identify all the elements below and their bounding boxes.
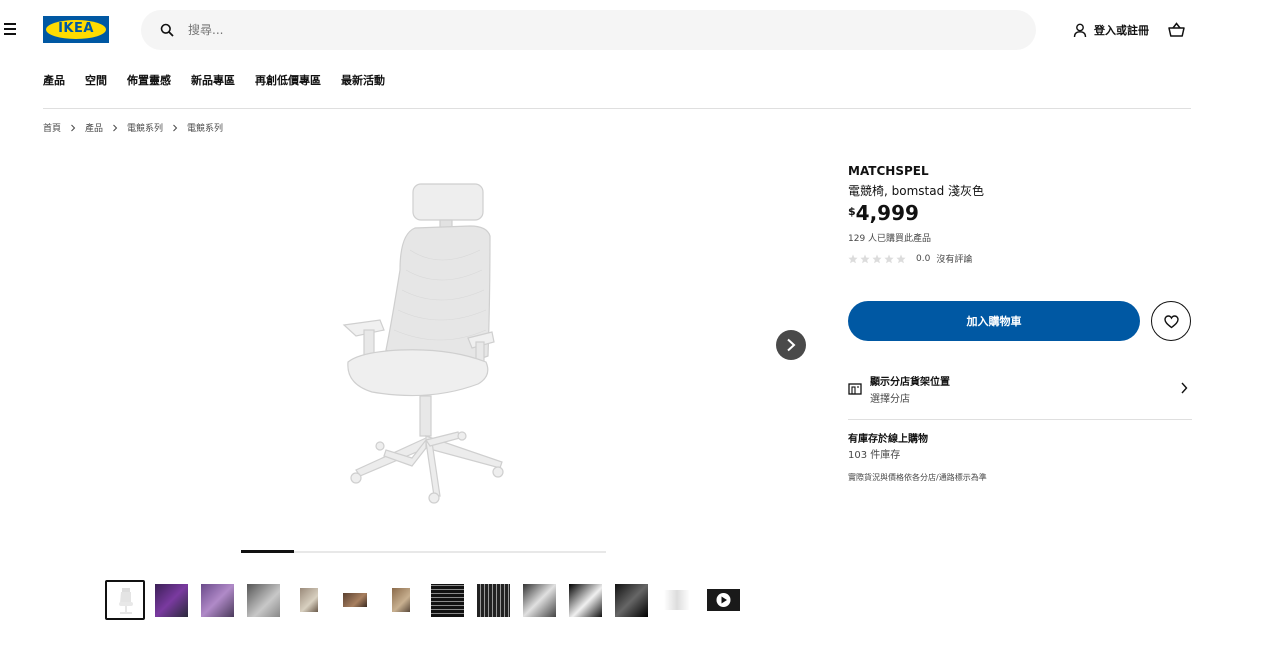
nav-item-rooms[interactable]: 空間 <box>85 72 107 89</box>
stock-title: 有庫存於線上購物 <box>848 434 928 445</box>
thumbnail-chairs-line[interactable] <box>657 580 697 620</box>
rating-score: 0.0 <box>916 253 931 264</box>
thumbnail-photo-wide[interactable] <box>335 580 375 620</box>
user-icon <box>1073 23 1087 37</box>
ikea-logo[interactable]: IKEA <box>43 16 109 43</box>
stock-count: 103 件庫存 <box>848 450 901 461</box>
availability-note: 實際貨況與價格依各分店/通路標示為準 <box>848 473 987 482</box>
login-link[interactable]: 登入或註冊 <box>1073 21 1149 39</box>
chevron-right-icon <box>173 124 178 131</box>
add-to-cart-button[interactable]: 加入購物車 <box>848 301 1140 341</box>
product-image[interactable] <box>300 170 550 520</box>
thumbnail-image <box>200 583 234 617</box>
rating-text: 沒有評論 <box>936 255 973 265</box>
chevron-right-icon <box>71 124 76 131</box>
login-label: 登入或註冊 <box>1094 24 1149 37</box>
thumbnail-image <box>522 583 556 617</box>
nav-item-inspiration[interactable]: 佈置靈感 <box>127 72 171 89</box>
breadcrumb-gaming-sub[interactable]: 電競系列 <box>187 121 223 134</box>
purchase-count: 129 人已購買此產品 <box>848 234 932 244</box>
thumbnail-image <box>430 583 464 617</box>
star-icon <box>860 254 870 263</box>
thumbnail-chair-white[interactable] <box>105 580 145 620</box>
thumbnail-image <box>392 588 410 612</box>
chevron-right-icon <box>113 124 118 131</box>
breadcrumb-products[interactable]: 產品 <box>85 121 103 134</box>
thumbnail-image <box>664 590 690 610</box>
star-icon <box>884 254 894 263</box>
chair-icon <box>119 588 133 614</box>
star-icon <box>896 254 906 263</box>
menu-icon[interactable] <box>4 23 16 35</box>
store-icon <box>848 383 862 395</box>
thumbnail-room-desk[interactable] <box>243 580 283 620</box>
favorite-button[interactable] <box>1151 301 1191 341</box>
next-image-button[interactable] <box>776 330 806 360</box>
thumbnail-image <box>706 589 740 611</box>
thumbnail-room-purple[interactable] <box>151 580 191 620</box>
heart-icon <box>1164 315 1179 329</box>
rating-summary[interactable]: 0.0 沒有評論 <box>848 252 972 265</box>
gallery-progress-fill <box>241 550 294 553</box>
star-icon <box>848 254 858 263</box>
product-description: 電競椅, bomstad 淺灰色 <box>848 184 985 198</box>
thumbnail-grid-chair[interactable] <box>473 580 513 620</box>
store-title: 顯示分店貨架位置 <box>870 377 950 388</box>
nav-item-products[interactable]: 產品 <box>43 72 65 89</box>
star-icon <box>872 254 882 263</box>
thumbnail-dark-base[interactable] <box>611 580 651 620</box>
thumbnail-image <box>568 583 602 617</box>
thumbnail-room-purple-2[interactable] <box>197 580 237 620</box>
search-icon[interactable] <box>160 23 174 37</box>
rating-stars <box>848 254 908 264</box>
thumbnail-photo-small-2[interactable] <box>381 580 421 620</box>
search-input[interactable] <box>188 10 1008 50</box>
cart-icon[interactable] <box>1168 22 1185 38</box>
thumbnail-image <box>614 583 648 617</box>
thumbnail-image <box>476 583 510 617</box>
info-divider <box>848 419 1192 420</box>
main-nav: 產品 空間 佈置靈感 新品專區 再創低價專區 最新活動 <box>43 72 405 89</box>
thumbnail-grid-dark[interactable] <box>427 580 467 620</box>
nav-item-new[interactable]: 新品專區 <box>191 72 235 89</box>
store-location-link[interactable]: 顯示分店貨架位置 選擇分店 <box>848 368 1192 410</box>
thumbnail-image <box>300 588 318 612</box>
header: IKEA 登入或註冊 <box>0 0 1279 60</box>
thumbnail-image <box>343 593 367 607</box>
price-currency: $ <box>848 205 856 218</box>
breadcrumb-home[interactable]: 首頁 <box>43 121 61 134</box>
thumbnail-grid-seat[interactable] <box>519 580 559 620</box>
search-bar[interactable] <box>141 10 1036 50</box>
chevron-right-icon <box>787 338 796 352</box>
nav-divider <box>43 108 1191 109</box>
thumbnail-strip <box>105 580 749 620</box>
thumbnail-image <box>154 583 188 617</box>
thumbnail-photo-small[interactable] <box>289 580 329 620</box>
product-price: $4,999 <box>848 201 919 225</box>
nav-item-lower-price[interactable]: 再創低價專區 <box>255 72 321 89</box>
thumbnail-dark-detail[interactable] <box>565 580 605 620</box>
thumbnail-image <box>107 582 143 618</box>
logo-text: IKEA <box>58 21 94 36</box>
nav-item-events[interactable]: 最新活動 <box>341 72 385 89</box>
breadcrumb: 首頁 產品 電競系列 電競系列 <box>43 121 223 134</box>
thumbnail-video[interactable] <box>703 580 743 620</box>
chevron-right-icon <box>1181 382 1188 394</box>
play-icon <box>716 593 730 607</box>
thumbnail-image <box>246 583 280 617</box>
breadcrumb-gaming[interactable]: 電競系列 <box>127 121 163 134</box>
price-amount: 4,999 <box>855 201 919 225</box>
gallery-progress <box>241 550 606 553</box>
product-name: MATCHSPEL <box>848 164 929 178</box>
store-subtitle: 選擇分店 <box>870 394 910 405</box>
